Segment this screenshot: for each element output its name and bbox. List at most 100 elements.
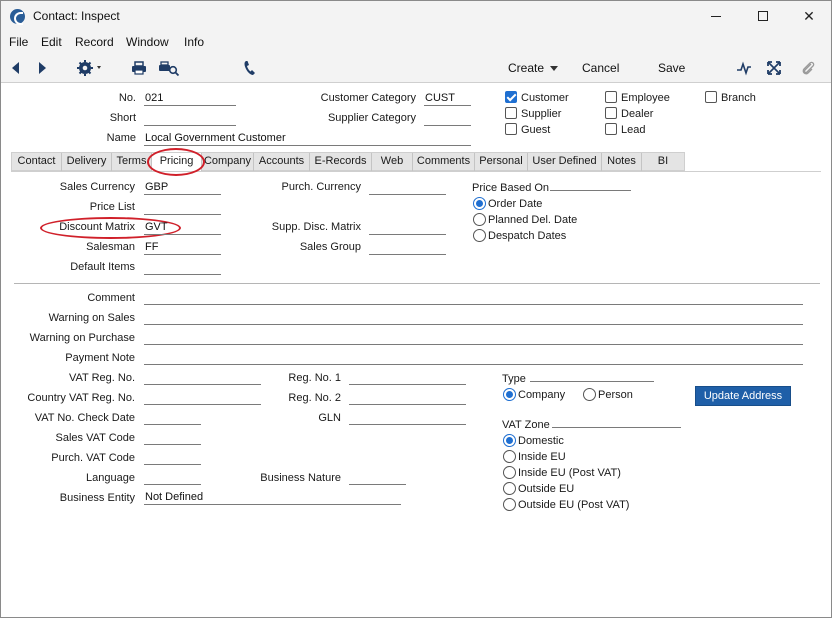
sales-group-field[interactable]: [369, 240, 446, 255]
tab-user-defined[interactable]: User Defined: [528, 153, 602, 171]
tab-notes[interactable]: Notes: [602, 153, 642, 171]
gln-field[interactable]: [349, 410, 466, 425]
business-nature-field[interactable]: [349, 470, 406, 485]
employee-checkbox[interactable]: [605, 91, 617, 103]
tab-terms[interactable]: Terms: [112, 153, 152, 171]
tab-company[interactable]: Company: [202, 153, 254, 171]
tab-contact[interactable]: Contact: [12, 153, 62, 171]
discount-matrix-field[interactable]: GVT: [144, 220, 221, 235]
warning-on-sales-field[interactable]: [144, 310, 803, 325]
reg-no-2-field[interactable]: [349, 390, 466, 405]
tab-pricing[interactable]: Pricing: [152, 153, 202, 171]
sales-vat-code-field[interactable]: [144, 430, 201, 445]
update-address-button[interactable]: Update Address: [695, 386, 791, 406]
customer-checkbox[interactable]: [505, 91, 517, 103]
menu-info[interactable]: Info: [184, 35, 204, 49]
supplier-category-label: Supplier Category: [327, 112, 416, 124]
business-entity-field[interactable]: Not Defined: [144, 490, 401, 505]
tab-personal[interactable]: Personal: [475, 153, 528, 171]
inside-eu-post-vat-radio[interactable]: [503, 466, 516, 479]
branch-checkbox[interactable]: [705, 91, 717, 103]
print-preview-icon[interactable]: [158, 59, 180, 77]
salesman-field[interactable]: FF: [144, 240, 221, 255]
comment-label: Comment: [87, 292, 135, 304]
menu-file[interactable]: File: [9, 35, 28, 49]
create-label: Create: [508, 61, 545, 75]
menu-edit[interactable]: Edit: [41, 35, 62, 49]
price-list-label: Price List: [89, 201, 135, 213]
short-label: Short: [109, 112, 136, 124]
activity-pulse-icon[interactable]: [736, 59, 752, 77]
planned-del-date-radio[interactable]: [473, 213, 486, 226]
vat-reg-no-field[interactable]: [144, 370, 261, 385]
warning-on-purchase-field[interactable]: [144, 330, 803, 345]
attachment-icon[interactable]: [800, 59, 816, 77]
minimize-button[interactable]: [701, 5, 731, 27]
tab-delivery[interactable]: Delivery: [62, 153, 112, 171]
order-date-label: Order Date: [488, 198, 543, 210]
phone-icon[interactable]: [243, 59, 257, 77]
previous-record-icon[interactable]: [12, 62, 19, 74]
guest-checkbox[interactable]: [505, 123, 517, 135]
person-radio[interactable]: [583, 388, 596, 401]
despatch-dates-radio[interactable]: [473, 229, 486, 242]
menu-record[interactable]: Record: [75, 35, 114, 49]
supp-disc-matrix-field[interactable]: [369, 220, 446, 235]
employee-checkbox-label: Employee: [621, 92, 670, 104]
reg-no-1-field[interactable]: [349, 370, 466, 385]
price-list-field[interactable]: [144, 200, 221, 215]
expand-icon[interactable]: [766, 59, 782, 77]
outside-eu-post-vat-radio[interactable]: [503, 498, 516, 511]
tab-bi[interactable]: BI: [642, 153, 684, 171]
name-label: Name: [106, 132, 136, 144]
no-field[interactable]: 021: [144, 91, 236, 106]
price-based-on-label: Price Based On: [472, 182, 550, 194]
supplier-checkbox-label: Supplier: [521, 108, 562, 120]
supplier-checkbox[interactable]: [505, 107, 517, 119]
outside-eu-post-vat-radio-label: Outside EU (Post VAT): [518, 499, 630, 511]
no-label: No.: [118, 92, 136, 104]
maximize-icon: [758, 11, 768, 21]
language-field[interactable]: [144, 470, 201, 485]
tab-e-records[interactable]: E-Records: [310, 153, 372, 171]
save-button[interactable]: Save: [658, 61, 685, 75]
purch-vat-code-field[interactable]: [144, 450, 201, 465]
operations-gear-icon[interactable]: [77, 59, 105, 77]
country-vat-reg-no-field[interactable]: [144, 390, 261, 405]
print-icon[interactable]: [131, 59, 147, 77]
next-record-icon[interactable]: [39, 62, 46, 74]
payment-note-field[interactable]: [144, 350, 803, 365]
menu-window[interactable]: Window: [126, 35, 169, 49]
dealer-checkbox[interactable]: [605, 107, 617, 119]
outside-eu-radio[interactable]: [503, 482, 516, 495]
customer-category-field[interactable]: CUST: [424, 91, 471, 106]
vat-no-check-date-field[interactable]: [144, 410, 201, 425]
sales-vat-code-label: Sales VAT Code: [55, 432, 136, 444]
tab-comments[interactable]: Comments: [413, 153, 475, 171]
company-radio[interactable]: [503, 388, 516, 401]
inside-eu-radio[interactable]: [503, 450, 516, 463]
order-date-radio[interactable]: [473, 197, 486, 210]
language-label: Language: [86, 472, 135, 484]
vat-zone-label: VAT Zone: [502, 419, 550, 431]
tab-accounts[interactable]: Accounts: [254, 153, 310, 171]
close-button[interactable]: ✕: [794, 5, 824, 27]
tab-divider: [11, 171, 821, 172]
warning-on-sales-label: Warning on Sales: [48, 312, 135, 324]
tab-web[interactable]: Web: [372, 153, 413, 171]
purch-currency-field[interactable]: [369, 180, 446, 195]
maximize-button[interactable]: [748, 5, 778, 27]
lead-checkbox[interactable]: [605, 123, 617, 135]
country-vat-reg-no-label: Country VAT Reg. No.: [27, 392, 135, 404]
close-icon: ✕: [803, 8, 815, 24]
domestic-radio[interactable]: [503, 434, 516, 447]
supplier-category-field[interactable]: [424, 111, 471, 126]
cancel-button[interactable]: Cancel: [582, 61, 619, 75]
default-items-field[interactable]: [144, 260, 221, 275]
sales-currency-field[interactable]: GBP: [144, 180, 221, 195]
name-field[interactable]: Local Government Customer: [144, 131, 471, 146]
planned-del-date-label: Planned Del. Date: [488, 214, 578, 226]
comment-field[interactable]: [144, 290, 803, 305]
short-field[interactable]: [144, 111, 236, 126]
create-menu-button[interactable]: Create: [508, 61, 559, 75]
